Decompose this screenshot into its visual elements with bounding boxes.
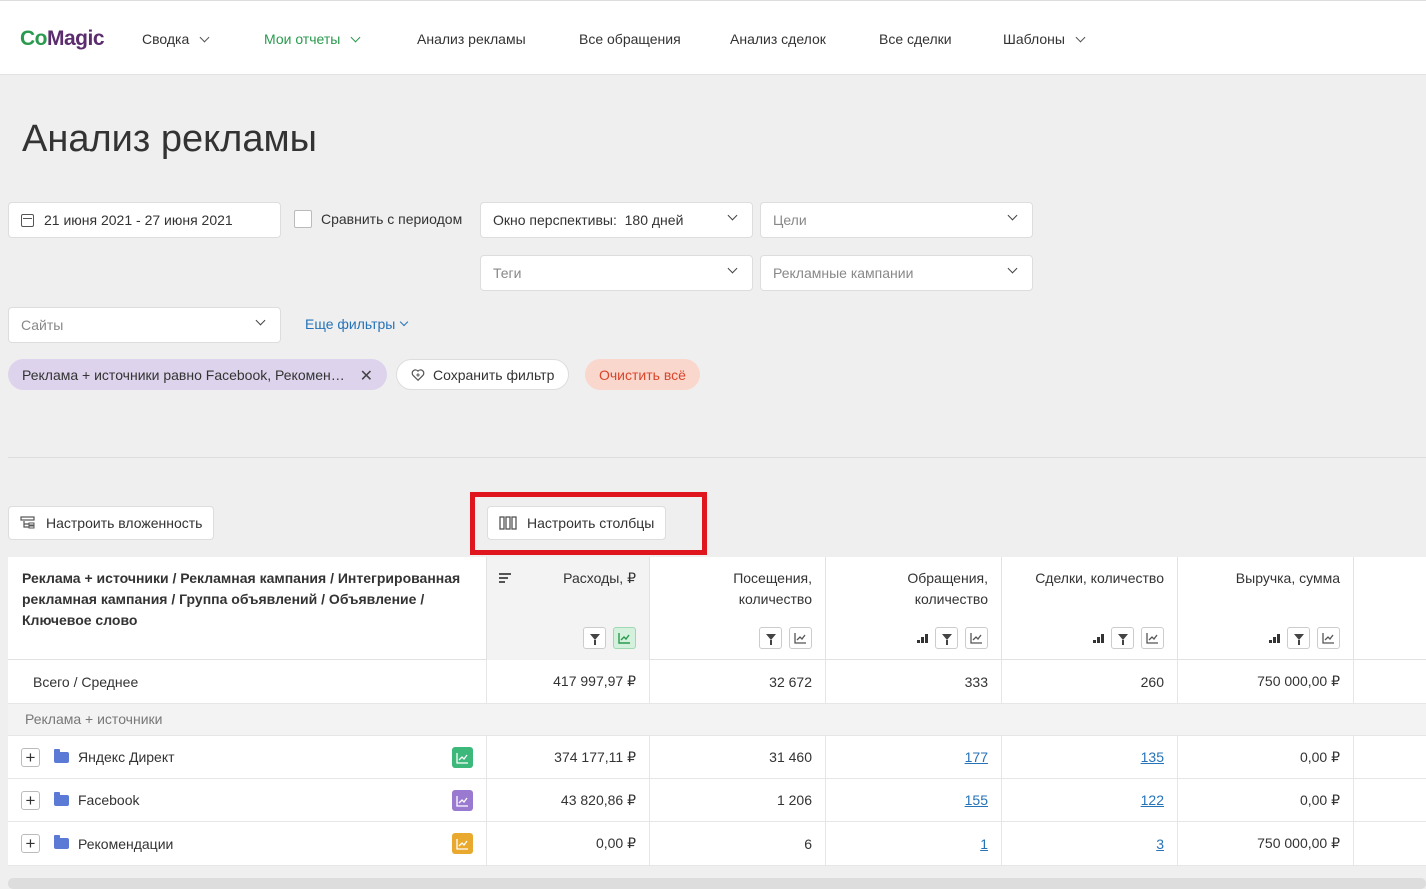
- page-title: Анализ рекламы: [22, 118, 317, 160]
- table-header: Реклама + источники / Рекламная кампания…: [8, 557, 1426, 660]
- expand-button[interactable]: +: [21, 790, 40, 810]
- deals-link[interactable]: 135: [1141, 749, 1164, 765]
- chevron-down-icon: [255, 315, 266, 326]
- chart-toggle-icon[interactable]: [1317, 627, 1340, 649]
- campaigns-select[interactable]: Рекламные кампании: [760, 255, 1033, 291]
- save-filter-button[interactable]: Сохранить фильтр: [396, 359, 570, 390]
- clear-all-button[interactable]: Очистить всё: [585, 359, 700, 390]
- date-range-picker[interactable]: 21 июня 2021 - 27 июня 2021: [8, 202, 281, 238]
- expand-button[interactable]: +: [21, 834, 40, 853]
- active-filter-chip[interactable]: Реклама + источники равно Facebook, Реко…: [8, 359, 387, 390]
- filter-icon[interactable]: [583, 627, 606, 649]
- lookback-window-select[interactable]: Окно перспективы: 180 дней: [480, 202, 753, 238]
- nav-item-my-reports[interactable]: Мои отчеты: [264, 31, 361, 47]
- chevron-down-icon: [199, 32, 210, 42]
- filter-icon[interactable]: [935, 627, 958, 649]
- column-header-revenue[interactable]: Выручка, сумма: [1178, 557, 1354, 660]
- nav-item-ad-analysis[interactable]: Анализ рекламы: [417, 31, 526, 47]
- sites-select[interactable]: Сайты: [8, 307, 281, 343]
- column-header-visits[interactable]: Посещения, количество: [650, 557, 826, 660]
- compare-checkbox[interactable]: [294, 210, 312, 228]
- line-chart-icon[interactable]: [452, 747, 473, 768]
- nav-item-summary[interactable]: Сводка: [142, 31, 210, 47]
- calls-link[interactable]: 155: [965, 792, 988, 808]
- chart-toggle-icon[interactable]: [789, 627, 812, 649]
- filter-icon[interactable]: [1111, 627, 1134, 649]
- table-row[interactable]: + Яндекс Директ 374 177,11 ₽ 31 460 177 …: [8, 736, 1426, 779]
- calls-link[interactable]: 1: [980, 836, 988, 852]
- top-navbar: CoMagic Сводка Мои отчеты Анализ рекламы…: [0, 0, 1426, 75]
- chevron-down-icon: [727, 263, 738, 274]
- nav-item-templates[interactable]: Шаблоны: [1003, 31, 1086, 47]
- nav-item-all-deals[interactable]: Все сделки: [879, 31, 952, 47]
- calendar-icon: [21, 213, 34, 227]
- bar-chart-icon[interactable]: [917, 633, 928, 643]
- sort-icon[interactable]: [499, 573, 511, 585]
- deals-link[interactable]: 122: [1141, 792, 1164, 808]
- filter-icon[interactable]: [1287, 627, 1310, 649]
- column-header-calls[interactable]: Обращения, количество: [826, 557, 1002, 660]
- column-header-dimension[interactable]: Реклама + источники / Рекламная кампания…: [8, 557, 487, 660]
- deals-link[interactable]: 3: [1156, 836, 1164, 852]
- chevron-down-icon: [400, 317, 409, 327]
- filter-icon[interactable]: [759, 627, 782, 649]
- calls-link[interactable]: 177: [965, 749, 988, 765]
- table-row-total: Всего / Среднее 417 997,97 ₽ 32 672 333 …: [8, 660, 1426, 704]
- chart-toggle-icon[interactable]: [613, 627, 636, 649]
- goals-select[interactable]: Цели: [760, 202, 1033, 238]
- configure-nesting-button[interactable]: Настроить вложенность: [8, 506, 215, 540]
- chevron-down-icon: [1075, 32, 1086, 42]
- tags-select[interactable]: Теги: [480, 255, 753, 291]
- nesting-icon: [20, 516, 35, 529]
- ads-report-table: Реклама + источники / Рекламная кампания…: [8, 557, 1426, 866]
- group-header-row: Реклама + источники: [8, 704, 1426, 736]
- highlight-frame: [470, 492, 707, 555]
- section-divider: [8, 457, 1426, 458]
- close-icon[interactable]: ✕: [360, 366, 373, 386]
- column-header-expenses[interactable]: Расходы, ₽: [487, 557, 650, 660]
- comagic-logo[interactable]: CoMagic: [20, 27, 105, 51]
- bar-chart-icon[interactable]: [1093, 633, 1104, 643]
- bar-chart-icon[interactable]: [1269, 633, 1280, 643]
- compare-period-toggle[interactable]: Сравнить с периодом: [294, 210, 462, 228]
- chart-toggle-icon[interactable]: [1141, 627, 1164, 649]
- more-filters-link[interactable]: Еще фильтры: [305, 316, 409, 332]
- line-chart-icon[interactable]: [452, 790, 473, 811]
- chevron-down-icon: [1007, 210, 1018, 221]
- nav-item-deal-analysis[interactable]: Анализ сделок: [730, 31, 826, 47]
- nav-item-all-requests[interactable]: Все обращения: [579, 31, 681, 47]
- column-header-deals[interactable]: Сделки, количество: [1002, 557, 1178, 660]
- folder-icon: [54, 748, 69, 763]
- chart-toggle-icon[interactable]: [965, 627, 988, 649]
- line-chart-icon[interactable]: [452, 833, 473, 854]
- folder-icon: [54, 835, 69, 849]
- horizontal-scrollbar[interactable]: [8, 878, 1426, 889]
- chevron-down-icon: [1007, 263, 1018, 274]
- table-row[interactable]: + Рекомендации 0,00 ₽ 6 1 3 750 000,00 ₽: [8, 822, 1426, 866]
- chevron-down-icon: [350, 32, 361, 42]
- chevron-down-icon: [727, 210, 738, 221]
- heart-icon: [411, 368, 425, 381]
- table-row[interactable]: + Facebook 43 820,86 ₽ 1 206 155 122 0,0…: [8, 779, 1426, 822]
- folder-icon: [54, 791, 69, 806]
- expand-button[interactable]: +: [21, 747, 40, 767]
